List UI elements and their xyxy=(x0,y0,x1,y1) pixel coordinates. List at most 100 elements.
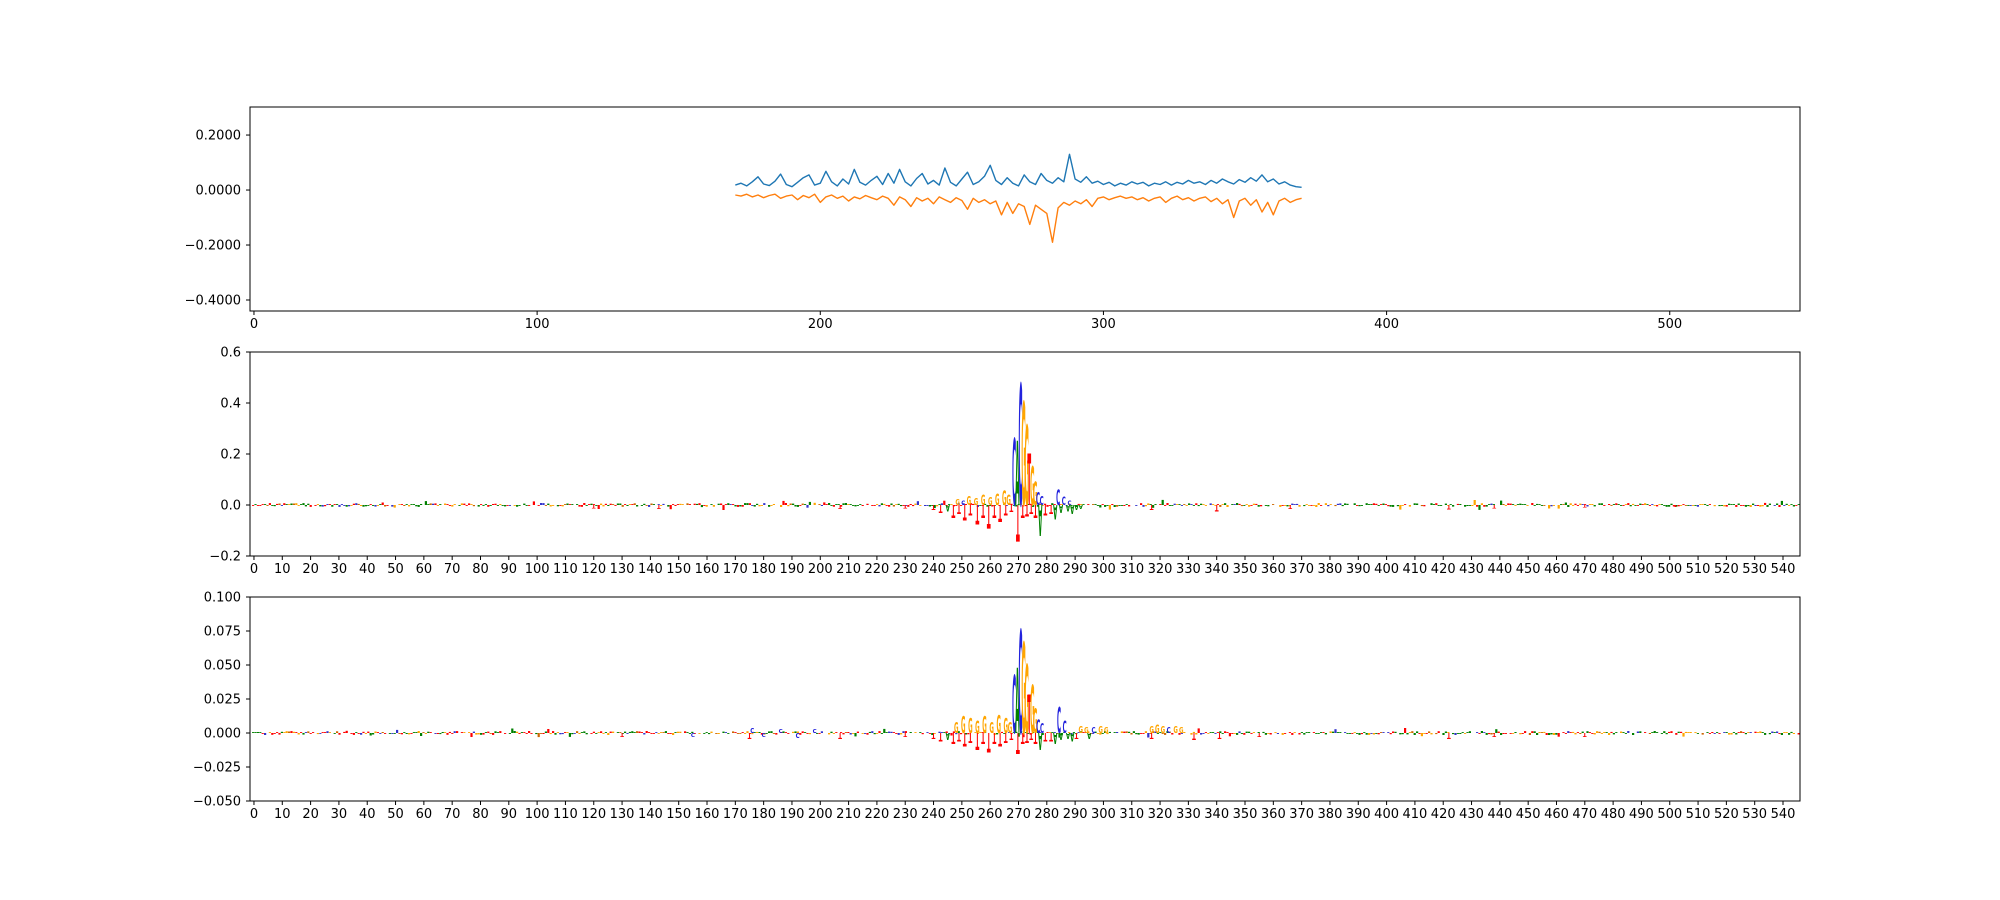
x-tick-label: 100 xyxy=(525,317,550,332)
x-tick-label: 0 xyxy=(250,807,258,822)
x-tick-label: 380 xyxy=(1318,562,1343,577)
base-letter-G: G xyxy=(1104,726,1109,735)
x-tick-label: 340 xyxy=(1204,807,1229,822)
base-letter-T: T xyxy=(932,503,936,511)
base-letter-T: T xyxy=(1044,729,1048,742)
x-tick-label: 440 xyxy=(1487,807,1512,822)
x-tick-label: 310 xyxy=(1119,807,1144,822)
y-tick-label: −0.2 xyxy=(209,550,241,565)
y-tick-label: −0.025 xyxy=(193,761,241,776)
y-tick-label: −0.4000 xyxy=(185,294,241,309)
base-letter-G: G xyxy=(1155,724,1160,737)
base-letter-T: T xyxy=(981,500,985,520)
x-tick-label: 40 xyxy=(359,807,376,822)
x-tick-label: 510 xyxy=(1686,562,1711,577)
base-letter-T: T xyxy=(981,729,985,748)
base-letter-T: T xyxy=(1218,731,1222,740)
x-tick-label: 530 xyxy=(1742,562,1767,577)
base-letter-T: T xyxy=(1034,500,1038,520)
x-tick-label: 270 xyxy=(1006,562,1031,577)
x-tick-label: 340 xyxy=(1204,562,1229,577)
base-letter-A: A xyxy=(946,503,950,514)
base-letter-T: T xyxy=(1447,731,1451,740)
base-letter-T: T xyxy=(1016,492,1020,550)
base-letter-T: T xyxy=(1044,501,1048,518)
x-tick-label: 150 xyxy=(666,807,691,822)
base-letter-A: A xyxy=(1053,500,1057,522)
x-tick-label: 390 xyxy=(1346,807,1371,822)
x-tick-label: 180 xyxy=(751,807,776,822)
x-tick-label: 360 xyxy=(1261,807,1286,822)
base-letter-T: T xyxy=(993,500,997,520)
y-tick-label: 0.6 xyxy=(220,346,241,361)
x-tick-label: 270 xyxy=(1006,807,1031,822)
base-letter-T: T xyxy=(903,731,907,737)
y-tick-label: 0.0000 xyxy=(196,184,242,199)
series-orange xyxy=(735,193,1302,244)
base-letter-T: T xyxy=(1021,500,1025,520)
x-tick-label: 240 xyxy=(921,562,946,577)
y-tick-label: 0.4 xyxy=(220,397,241,412)
base-letter-T: T xyxy=(1075,731,1079,740)
x-tick-label: 300 xyxy=(1091,562,1116,577)
base-letter-T: T xyxy=(1016,726,1020,759)
x-tick-label: 390 xyxy=(1346,562,1371,577)
x-tick-label: 50 xyxy=(387,807,404,822)
base-letter-T: T xyxy=(838,503,842,509)
base-letter-T: T xyxy=(620,731,624,737)
base-letter-T: T xyxy=(748,731,752,740)
x-tick-label: 220 xyxy=(864,562,889,577)
x-tick-label: 90 xyxy=(501,807,518,822)
x-tick-label: 460 xyxy=(1544,807,1569,822)
y-tick-label: 0.2 xyxy=(220,448,241,463)
base-letter-T: T xyxy=(976,498,980,530)
x-tick-label: 240 xyxy=(921,807,946,822)
base-letter-T: T xyxy=(1150,731,1154,740)
logo-letters: G G G G G G G G G C ACGGT GGC C C C G G C G G G G G C G GC C C T T A T T… xyxy=(620,602,1587,767)
base-letter-T: T xyxy=(957,729,961,742)
x-tick-label: 520 xyxy=(1714,562,1739,577)
base-letter-G: G xyxy=(1179,726,1184,735)
base-letter-T: T xyxy=(1674,504,1678,508)
base-letter-T: T xyxy=(987,497,991,533)
base-letter-T: T xyxy=(963,728,967,750)
x-tick-label: 360 xyxy=(1261,562,1286,577)
base-letter-T: T xyxy=(903,503,907,508)
x-tick-label: 310 xyxy=(1119,562,1144,577)
x-tick-label: 0 xyxy=(250,317,258,332)
base-letter-T: T xyxy=(987,726,991,758)
base-letter-C: C xyxy=(691,731,695,737)
base-letter-T: T xyxy=(657,503,661,509)
base-letter-C: C xyxy=(813,729,817,735)
base-letter-C: C xyxy=(1167,726,1171,735)
x-tick-label: 210 xyxy=(836,562,861,577)
x-tick-label: 280 xyxy=(1034,807,1059,822)
x-tick-label: 280 xyxy=(1034,562,1059,577)
base-letter-A: A xyxy=(1059,502,1064,515)
x-tick-label: 90 xyxy=(501,562,518,577)
x-tick-label: 10 xyxy=(274,562,291,577)
x-tick-label: 290 xyxy=(1063,562,1088,577)
logo-letters: G C G G G G G G G C ACGGT GGC C C C CT T A T T T T T T T T T T T T T T T… xyxy=(592,351,1677,550)
x-tick-label: 30 xyxy=(331,807,348,822)
matplotlib-figure: 0 100 200 300 400 500 0.2000 0.0000 −0.2000 −0.40… xyxy=(0,0,2000,900)
charts-canvas: 0 100 200 300 400 5000.20000.0000−0.2000−0.40… xyxy=(185,106,1801,822)
x-tick-label: 20 xyxy=(302,807,319,822)
x-tick-label: 440 xyxy=(1487,562,1512,577)
base-letter-T: T xyxy=(1492,503,1496,508)
x-tick-label: 300 xyxy=(1091,807,1116,822)
x-tick-label: 120 xyxy=(581,807,606,822)
base-letter-T: T xyxy=(1021,729,1025,748)
x-tick-label: 160 xyxy=(695,562,720,577)
y-tick-label: −0.2000 xyxy=(185,239,241,254)
base-letter-A: A xyxy=(1038,494,1042,543)
x-tick-label: 80 xyxy=(472,562,489,577)
x-tick-label: 490 xyxy=(1629,807,1654,822)
y-tick-label: 0.025 xyxy=(204,693,241,708)
base-letter-A: A xyxy=(1053,729,1057,748)
x-tick-label: 370 xyxy=(1289,807,1314,822)
x-tick-label: 540 xyxy=(1771,562,1796,577)
base-letter-T: T xyxy=(998,499,1002,527)
x-tick-label: 60 xyxy=(416,807,433,822)
x-tick-label: 230 xyxy=(893,807,918,822)
